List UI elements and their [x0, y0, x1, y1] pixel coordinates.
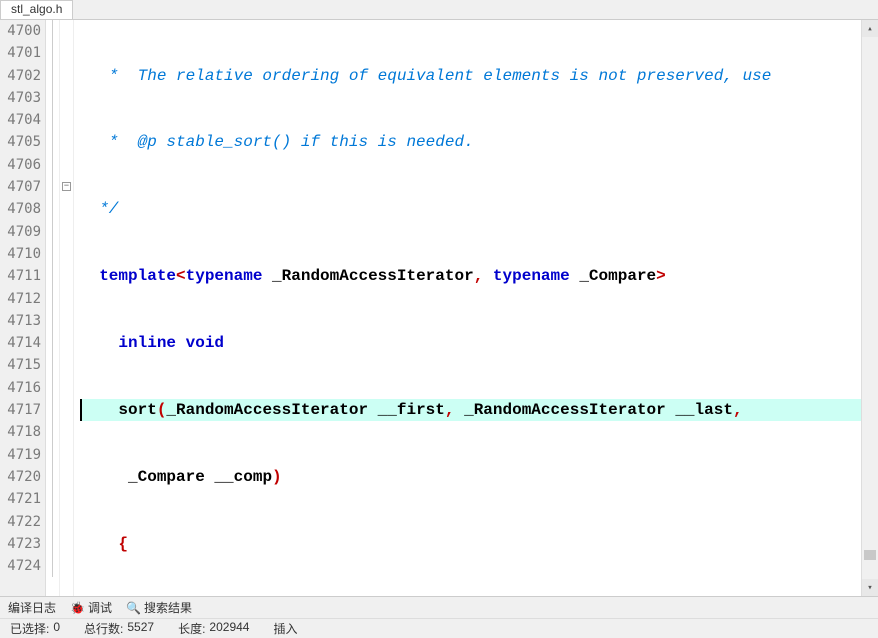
- highlighted-line[interactable]: sort(_RandomAccessIterator __first, _Ran…: [80, 399, 861, 421]
- line-number[interactable]: 4704: [0, 109, 41, 131]
- line-number[interactable]: 4713: [0, 310, 41, 332]
- line-number[interactable]: 4716: [0, 377, 41, 399]
- line-number[interactable]: 4719: [0, 444, 41, 466]
- status-bar: 已选择: 0 总行数: 5527 长度:202944 插入: [0, 618, 878, 638]
- text-cursor: [80, 399, 82, 421]
- line-number[interactable]: 4708: [0, 198, 41, 220]
- line-number[interactable]: 4724: [0, 555, 41, 577]
- line-number[interactable]: 4705: [0, 131, 41, 153]
- vertical-scrollbar[interactable]: ▴ ▾: [861, 20, 878, 596]
- status-selection: 已选择: 0: [10, 620, 60, 637]
- file-tab[interactable]: stl_algo.h: [0, 0, 73, 19]
- code-area[interactable]: * The relative ordering of equivalent el…: [74, 20, 861, 596]
- compile-log-label: 编译日志: [8, 599, 56, 616]
- line-number-gutter: 4700 4701 4702 4703 4704 4705 4706 4707 …: [0, 20, 46, 596]
- status-length: 长度:202944: [178, 620, 249, 637]
- line-number[interactable]: 4712: [0, 288, 41, 310]
- line-number[interactable]: 4723: [0, 533, 41, 555]
- search-results-label: 搜索结果: [144, 599, 192, 616]
- comment: * @p stable_sort() if this is needed.: [80, 133, 474, 151]
- line-number[interactable]: 4718: [0, 421, 41, 443]
- line-number[interactable]: 4703: [0, 87, 41, 109]
- fold-column: −: [60, 20, 74, 596]
- comment: */: [80, 200, 118, 218]
- tab-debug[interactable]: 🐞 调试: [66, 598, 116, 617]
- line-number[interactable]: 4709: [0, 221, 41, 243]
- bug-icon: 🐞: [70, 601, 85, 615]
- line-number[interactable]: 4722: [0, 511, 41, 533]
- scroll-thumb[interactable]: [864, 550, 876, 560]
- line-number[interactable]: 4706: [0, 154, 41, 176]
- line-number[interactable]: 4701: [0, 42, 41, 64]
- tab-bar: stl_algo.h: [0, 0, 878, 20]
- line-number[interactable]: 4714: [0, 332, 41, 354]
- line-number[interactable]: 4721: [0, 488, 41, 510]
- editor: 4700 4701 4702 4703 4704 4705 4706 4707 …: [0, 20, 878, 596]
- line-number[interactable]: 4702: [0, 65, 41, 87]
- tab-compile-log[interactable]: 编译日志: [4, 598, 60, 617]
- search-icon: 🔍: [126, 601, 141, 615]
- status-total-lines: 总行数: 5527: [84, 620, 154, 637]
- status-insert-mode: 插入: [273, 620, 297, 637]
- line-number[interactable]: 4715: [0, 354, 41, 376]
- scroll-up-icon[interactable]: ▴: [862, 20, 878, 37]
- line-number[interactable]: 4717: [0, 399, 41, 421]
- line-number[interactable]: 4710: [0, 243, 41, 265]
- comment: * The relative ordering of equivalent el…: [80, 67, 771, 85]
- change-marker-column: [46, 20, 60, 596]
- line-number[interactable]: 4720: [0, 466, 41, 488]
- tab-search-results[interactable]: 🔍 搜索结果: [122, 598, 196, 617]
- line-number[interactable]: 4707: [0, 176, 41, 198]
- debug-label: 调试: [88, 599, 112, 616]
- scroll-down-icon[interactable]: ▾: [862, 579, 878, 596]
- bottom-panel-tabs: 编译日志 🐞 调试 🔍 搜索结果: [0, 596, 878, 618]
- line-number[interactable]: 4711: [0, 265, 41, 287]
- line-number[interactable]: 4700: [0, 20, 41, 42]
- fold-toggle-icon[interactable]: −: [60, 176, 73, 198]
